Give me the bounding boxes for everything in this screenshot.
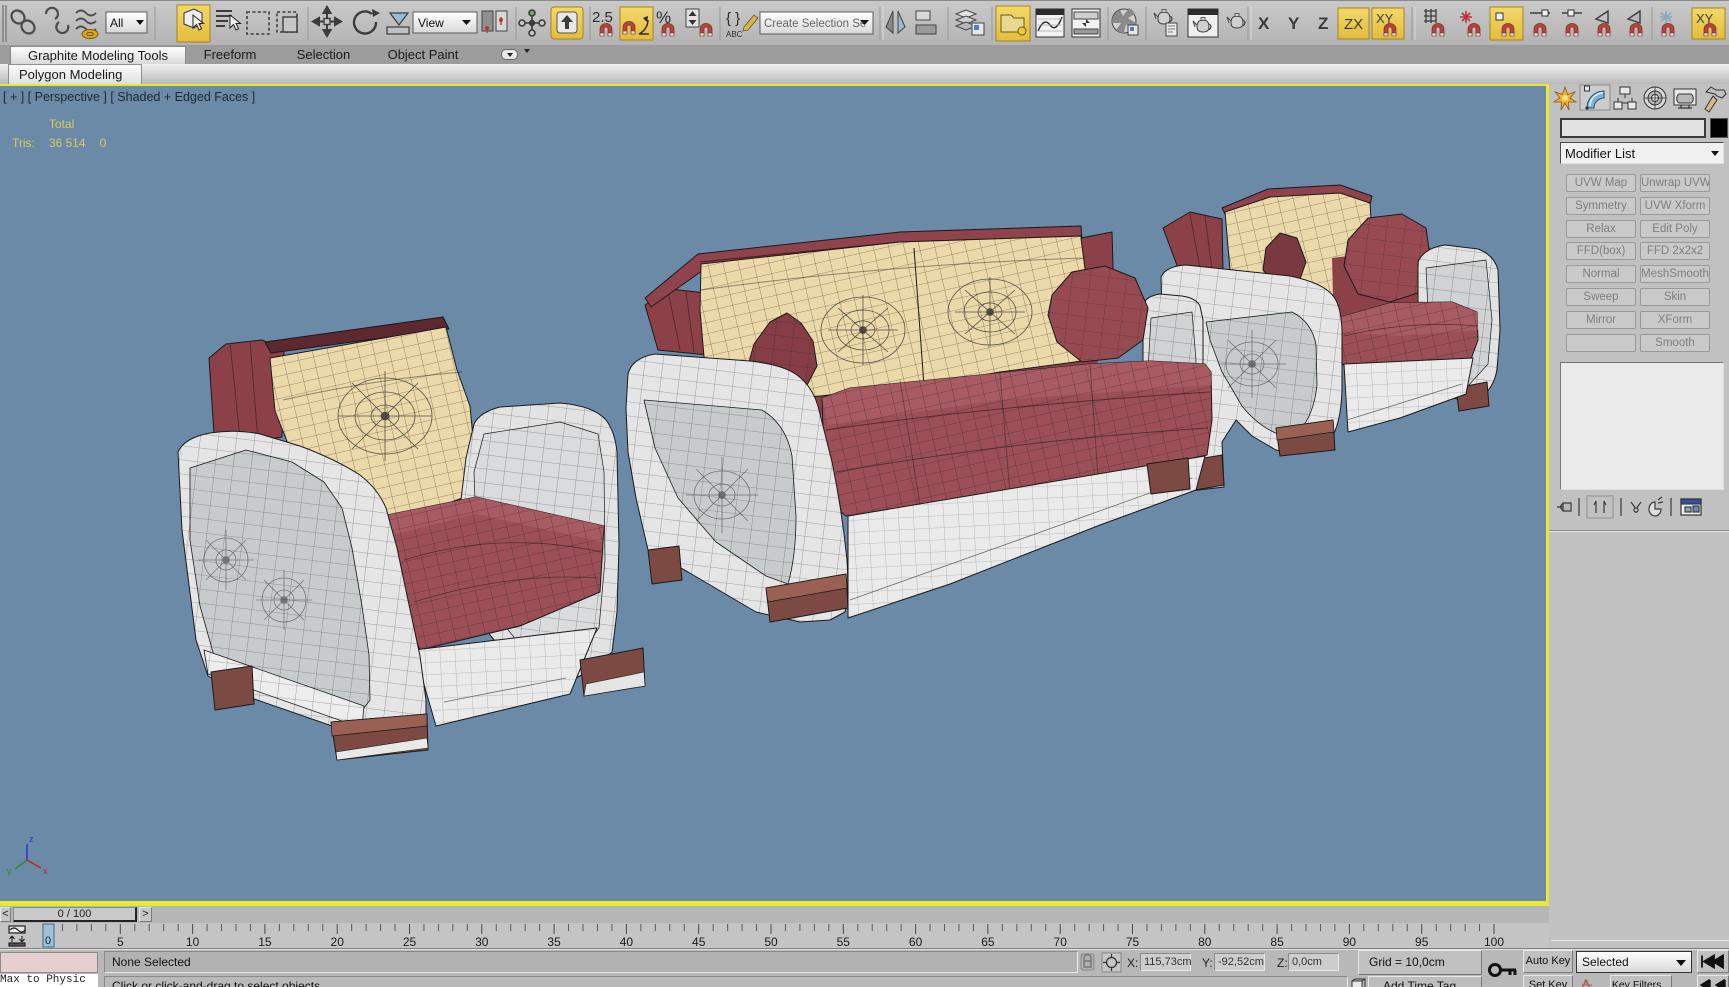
svg-text:90: 90 — [1343, 935, 1357, 948]
svg-text:2.5: 2.5 — [592, 9, 613, 26]
svg-text:60: 60 — [909, 935, 923, 948]
svg-text:View: View — [418, 16, 444, 30]
svg-text:X: X — [1258, 14, 1270, 33]
svg-text:40: 40 — [620, 935, 634, 948]
svg-text:All: All — [110, 16, 123, 30]
svg-text:45: 45 — [692, 935, 706, 948]
svg-text:100: 100 — [1484, 935, 1504, 948]
svg-text:10: 10 — [186, 935, 200, 948]
svg-text:25: 25 — [403, 935, 417, 948]
svg-text:85: 85 — [1270, 935, 1284, 948]
svg-text:70: 70 — [1054, 935, 1068, 948]
svg-text:x: x — [43, 866, 48, 876]
svg-text:80: 80 — [1198, 935, 1212, 948]
svg-text:Z: Z — [1318, 14, 1328, 33]
svg-text:ZX: ZX — [1344, 16, 1363, 33]
svg-text:0: 0 — [45, 935, 51, 947]
svg-text:55: 55 — [837, 935, 851, 948]
svg-text:35: 35 — [547, 935, 561, 948]
svg-text:15: 15 — [258, 935, 272, 948]
svg-text:z: z — [29, 834, 34, 844]
svg-text:30: 30 — [475, 935, 489, 948]
svg-text:75: 75 — [1126, 935, 1140, 948]
svg-text:y: y — [7, 866, 12, 876]
svg-text:Y: Y — [1288, 14, 1300, 33]
svg-text:{ }: { } — [726, 10, 740, 27]
svg-text:50: 50 — [764, 935, 778, 948]
svg-text:95: 95 — [1415, 935, 1429, 948]
svg-text:65: 65 — [981, 935, 995, 948]
svg-text:Create Selection Se: Create Selection Se — [764, 18, 866, 30]
svg-text:5: 5 — [117, 935, 124, 948]
svg-text:20: 20 — [331, 935, 345, 948]
svg-text:ABC: ABC — [726, 30, 743, 39]
